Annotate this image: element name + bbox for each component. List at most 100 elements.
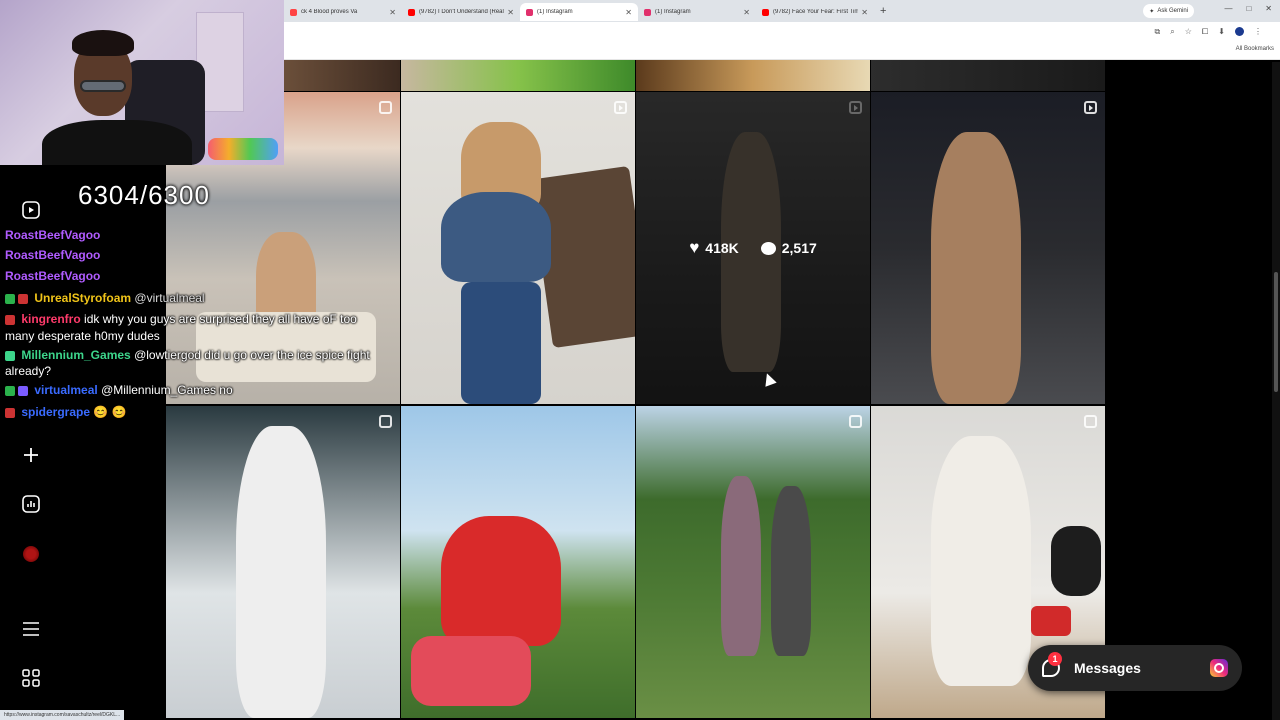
chat-message: @lowtiergod did u go over the ice spice … bbox=[134, 348, 370, 362]
comment-count: 2,517 bbox=[781, 240, 817, 256]
chat-username: RoastBeefVagoo bbox=[5, 269, 101, 283]
toolbar-icons: ⧉ ⌕ ☆ ⧠ ⬇ ⋮ bbox=[1155, 27, 1262, 37]
chat-line: virtualmeal @Millennium_Games no bbox=[5, 383, 233, 397]
chat-username: RoastBeefVagoo bbox=[5, 228, 101, 242]
menu-icon[interactable] bbox=[21, 619, 41, 639]
instagram-icon bbox=[526, 8, 533, 16]
tab-title: (9782) I Don't Understand (Reali bbox=[419, 9, 505, 15]
create-icon[interactable] bbox=[21, 445, 41, 465]
ask-gemini-button[interactable]: ✦ Ask Gemini bbox=[1143, 4, 1194, 18]
browser-tab[interactable]: ck 4 Blood proves Va ✕ bbox=[284, 3, 402, 21]
sub-goal-counter: 6304/6300 bbox=[78, 180, 210, 210]
mod-badge bbox=[5, 293, 15, 304]
instagram-logo-icon bbox=[1210, 659, 1228, 677]
post-r2-c3[interactable] bbox=[636, 406, 870, 718]
apps-icon[interactable] bbox=[21, 668, 41, 688]
chat-line: UnrealStyrofoam @virtualmeal bbox=[5, 291, 205, 305]
status-url: https://www.instagram.com/savaschultz/re… bbox=[0, 710, 125, 720]
post-r2-c2[interactable] bbox=[401, 406, 635, 718]
downloads-icon[interactable]: ⬇ bbox=[1218, 27, 1225, 37]
vip-badge bbox=[18, 385, 28, 396]
chat-line: RoastBeefVagoo bbox=[5, 269, 100, 283]
window-controls: — □ ✕ bbox=[1224, 4, 1272, 13]
dashboard-icon[interactable] bbox=[21, 494, 41, 514]
kebab-menu-icon[interactable]: ⋮ bbox=[1254, 27, 1262, 37]
extension-icon[interactable]: ⧉ bbox=[1155, 27, 1161, 37]
bookmark-star-icon[interactable]: ☆ bbox=[1185, 27, 1192, 37]
sub-badge bbox=[18, 293, 28, 304]
all-bookmarks[interactable]: All Bookmarks bbox=[1236, 46, 1274, 52]
reel-icon bbox=[614, 101, 627, 114]
tab-title: (1) Instagram bbox=[655, 9, 691, 15]
chat-message: @virtualmeal bbox=[134, 291, 205, 305]
reel-icon bbox=[1084, 101, 1097, 114]
close-icon[interactable]: ✕ bbox=[389, 8, 396, 17]
address-bar[interactable]: ⧉ ⌕ ☆ ⧠ ⬇ ⋮ bbox=[284, 22, 1280, 42]
post-r1-c3-hovered[interactable]: ♥ 418K 2,517 bbox=[636, 92, 870, 404]
comment-icon bbox=[760, 241, 776, 255]
unread-badge: 1 bbox=[1048, 652, 1062, 666]
heart-icon: ♥ bbox=[689, 238, 700, 257]
carousel-icon bbox=[379, 101, 392, 114]
instagram-icon bbox=[644, 8, 651, 16]
tab-title: (9782) Face Your Fear: First Tim bbox=[773, 9, 859, 15]
messages-widget[interactable]: Messages bbox=[1028, 645, 1242, 691]
scrollbar-thumb[interactable] bbox=[1274, 272, 1278, 392]
minimize-button[interactable]: — bbox=[1224, 4, 1232, 13]
chat-username: kingrenfro bbox=[21, 312, 81, 326]
post-hover-stats: ♥ 418K 2,517 bbox=[636, 92, 870, 404]
puzzle-icon[interactable]: ⧠ bbox=[1202, 27, 1208, 37]
post-r1-c2[interactable] bbox=[401, 92, 635, 404]
chat-line: many desperate h0my dudes bbox=[5, 329, 160, 343]
profile-avatar[interactable] bbox=[21, 544, 41, 564]
close-icon[interactable]: ✕ bbox=[625, 8, 632, 17]
chat-username: virtualmeal bbox=[34, 383, 98, 397]
chat-line: Millennium_Games @lowtiergod did u go ov… bbox=[5, 348, 370, 362]
sub-badge bbox=[5, 314, 15, 325]
youtube-icon bbox=[408, 8, 415, 16]
close-window-button[interactable]: ✕ bbox=[1265, 4, 1272, 13]
mod-badge bbox=[5, 385, 15, 396]
webcam-overlay bbox=[0, 0, 284, 165]
chat-username: UnrealStyrofoam bbox=[34, 291, 132, 305]
close-icon[interactable]: ✕ bbox=[743, 8, 750, 17]
carousel-icon bbox=[1084, 415, 1097, 428]
close-icon[interactable]: ✕ bbox=[507, 8, 514, 17]
browser-tab-bar: ck 4 Blood proves Va ✕ (9782) I Don't Und… bbox=[284, 0, 1280, 22]
scrollbar[interactable] bbox=[1272, 62, 1280, 720]
zoom-icon[interactable]: ⌕ bbox=[1170, 27, 1174, 37]
post-top-2[interactable] bbox=[401, 60, 635, 91]
post-r2-c1[interactable] bbox=[166, 406, 400, 718]
browser-tab[interactable]: (1) Instagram ✕ bbox=[638, 3, 756, 21]
gemini-label: Ask Gemini bbox=[1157, 8, 1188, 14]
chat-message: idk why you guys are surprised they all … bbox=[84, 312, 357, 326]
maximize-button[interactable]: □ bbox=[1246, 4, 1251, 13]
chat-line: RoastBeefVagoo bbox=[5, 228, 100, 242]
youtube-icon bbox=[762, 8, 769, 16]
chat-message: 😊 😊 bbox=[93, 405, 127, 419]
instagram-sidebar bbox=[0, 160, 62, 720]
post-r1-c4[interactable] bbox=[871, 92, 1105, 404]
chat-line: already? bbox=[5, 364, 51, 378]
chat-message: @Millennium_Games no bbox=[101, 383, 233, 397]
post-top-3[interactable] bbox=[636, 60, 870, 91]
chat-line: spidergrape 😊 😊 bbox=[5, 405, 127, 419]
browser-tab[interactable]: (9782) Face Your Fear: First Tim ✕ bbox=[756, 3, 874, 21]
reels-icon[interactable] bbox=[21, 200, 41, 220]
post-top-4[interactable] bbox=[871, 60, 1105, 91]
chat-username: Millennium_Games bbox=[21, 348, 131, 362]
chat-username: RoastBeefVagoo bbox=[5, 248, 101, 262]
bookmarks-bar: All Bookmarks bbox=[284, 42, 1280, 60]
chat-message: many desperate h0my dudes bbox=[5, 329, 160, 343]
close-icon[interactable]: ✕ bbox=[861, 8, 868, 17]
browser-tab-active[interactable]: (1) Instagram ✕ bbox=[520, 3, 638, 21]
carousel-icon bbox=[379, 415, 392, 428]
browser-tab[interactable]: (9782) I Don't Understand (Reali ✕ bbox=[402, 3, 520, 21]
post-top-1[interactable] bbox=[284, 60, 400, 91]
new-tab-button[interactable]: + bbox=[880, 5, 886, 17]
chat-message: already? bbox=[5, 364, 52, 378]
profile-avatar-icon[interactable] bbox=[1235, 27, 1244, 36]
sub-badge bbox=[5, 350, 15, 361]
carousel-icon bbox=[849, 415, 862, 428]
tab-title: ck 4 Blood proves Va bbox=[301, 9, 358, 15]
